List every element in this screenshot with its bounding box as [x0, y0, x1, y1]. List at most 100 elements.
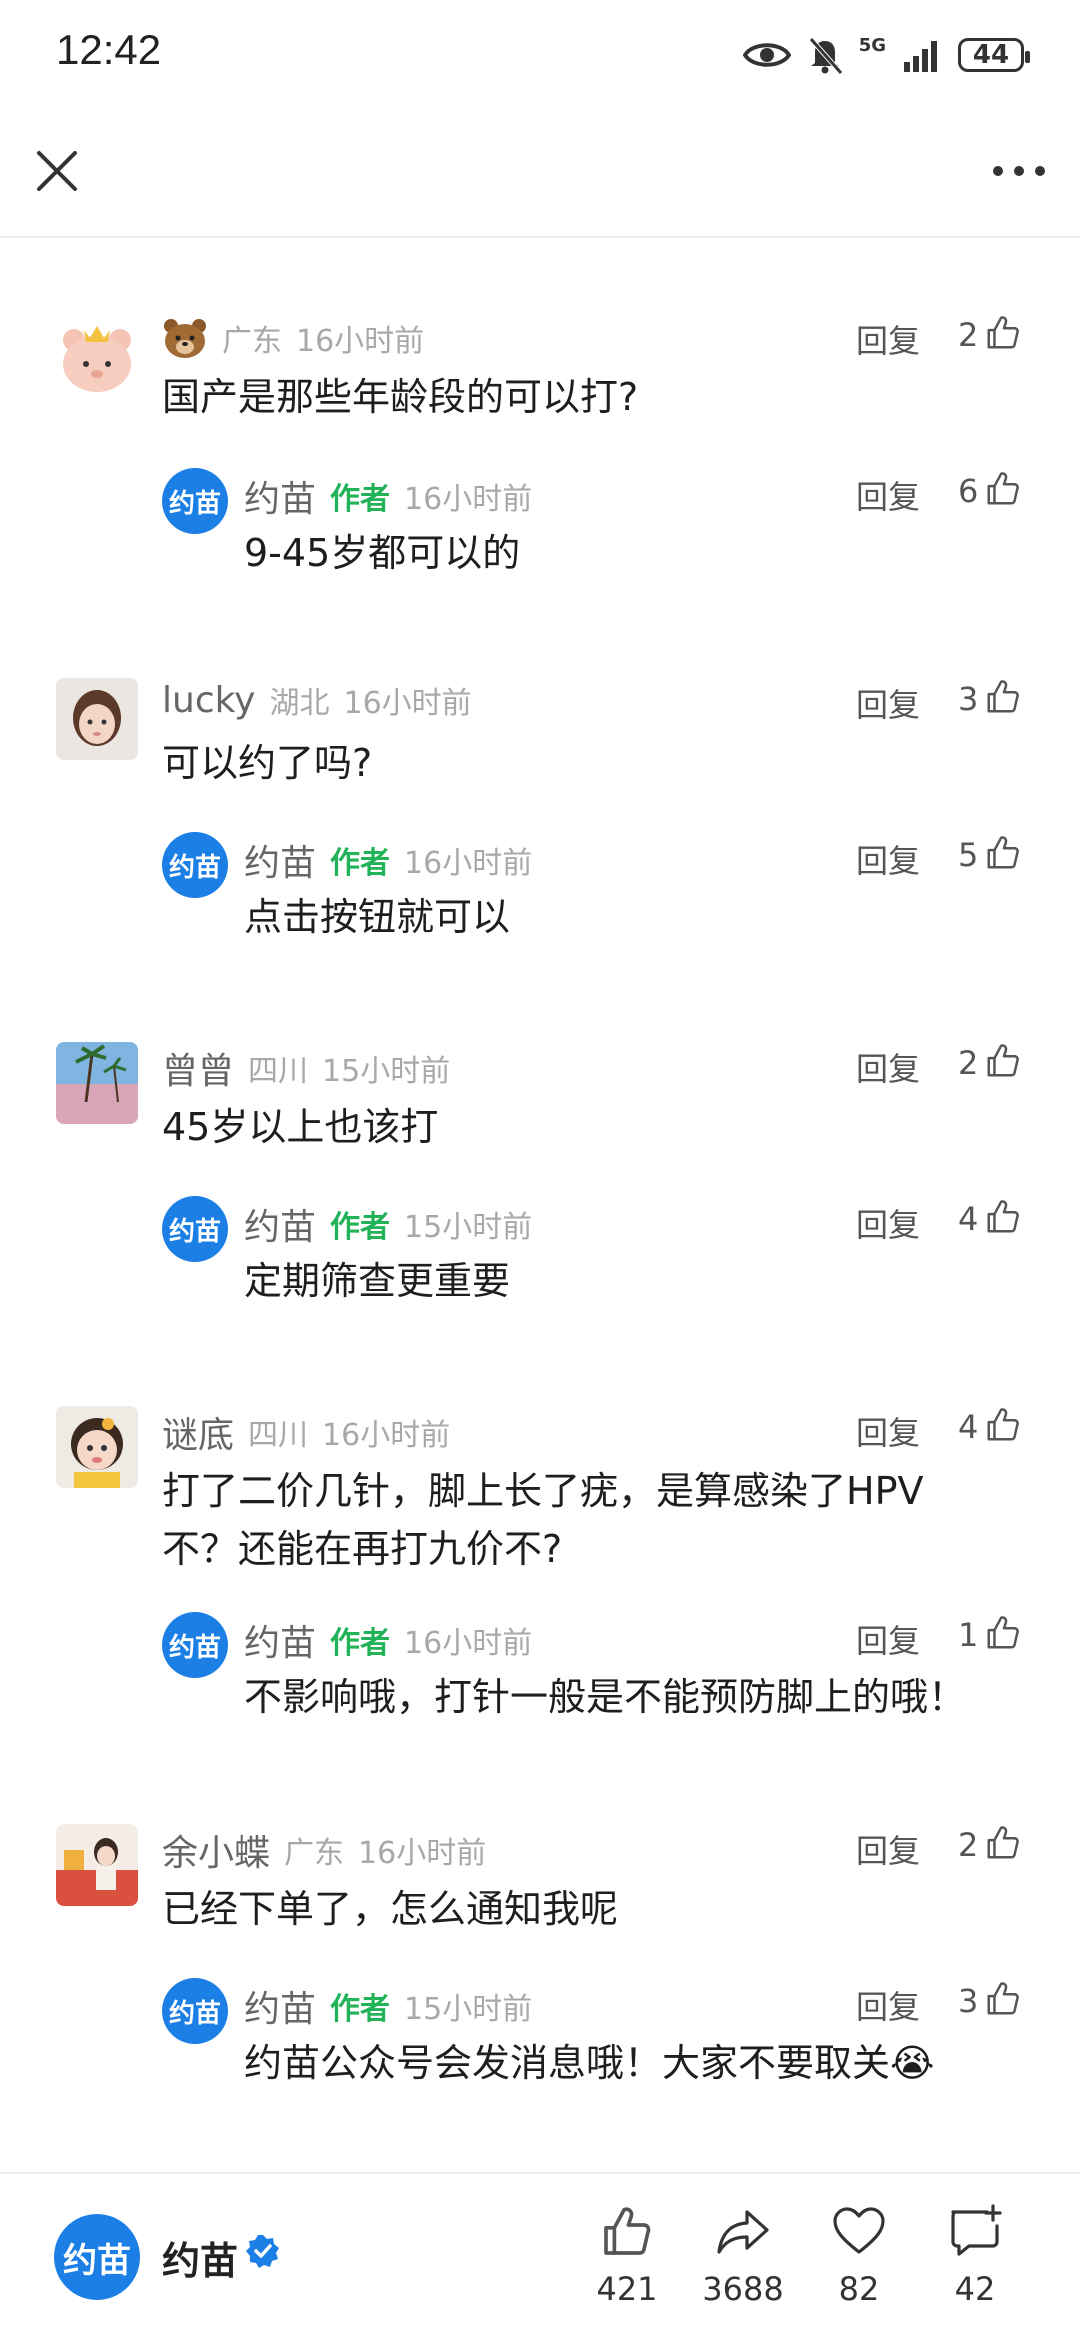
comment-button[interactable]: 42 — [920, 2204, 1030, 2308]
comment-location: 广东 — [222, 324, 282, 359]
reply-username: 约苗 — [244, 1207, 317, 1248]
more-dots-icon — [993, 166, 1045, 176]
reply-username: 约苗 — [244, 1623, 317, 1664]
status-time: 12:42 — [56, 26, 162, 73]
reply-text: 约苗公众号会发消息哦！大家不要取关😭 — [244, 2041, 935, 2085]
like-count: 5 — [958, 836, 979, 874]
reply-meta: 约苗 作者 15小时前 — [244, 1980, 532, 2032]
thumbs-up-icon[interactable] — [984, 1614, 1022, 1652]
thumbs-up-icon[interactable] — [984, 470, 1022, 508]
bear-emoji-icon — [164, 319, 206, 358]
author-avatar[interactable]: 约苗 — [162, 832, 228, 898]
comment-text: 可以约了吗? — [162, 741, 373, 785]
thumbs-up-icon[interactable] — [984, 1980, 1022, 2018]
close-icon — [37, 151, 77, 191]
thumbs-up-icon — [604, 2207, 651, 2255]
thumbs-up-icon[interactable] — [984, 678, 1022, 716]
comment-text: 打了二价几针，脚上长了疣，是算感染了HPV 不？还能在再打九价不? — [162, 1469, 924, 1571]
reply-button[interactable]: 回复 — [856, 1200, 920, 1246]
comment-time: 16小时前 — [296, 324, 425, 359]
thumbs-up-icon[interactable] — [984, 1042, 1022, 1080]
reply-button[interactable]: 回复 — [856, 316, 920, 362]
author-badge: 作者 — [330, 1210, 391, 1245]
reply-button[interactable]: 回复 — [856, 1408, 920, 1454]
status-icons: 5G 44 — [742, 30, 1030, 80]
reply-button[interactable]: 回复 — [856, 836, 920, 882]
author-avatar[interactable]: 约苗 — [162, 468, 228, 534]
reply-button[interactable]: 回复 — [856, 680, 920, 726]
brand-name[interactable]: 约苗 — [162, 2230, 238, 2285]
comment-username[interactable]: 曾曾 — [162, 1042, 234, 1094]
reply-text: 9-45岁都可以的 — [244, 531, 521, 575]
reply-username: 约苗 — [244, 1989, 317, 2030]
favorite-button[interactable]: 82 — [804, 2204, 914, 2308]
thumbs-up-icon[interactable] — [984, 1198, 1022, 1236]
comment-time: 16小时前 — [343, 686, 472, 721]
network-label: 5G — [858, 34, 886, 56]
comment-username[interactable]: 余小蝶 — [162, 1824, 270, 1876]
reply-button[interactable]: 回复 — [856, 1982, 920, 2028]
avatar[interactable] — [56, 1824, 138, 1906]
author-badge: 作者 — [330, 846, 391, 881]
like-count: 6 — [958, 472, 979, 510]
comment-text: 国产是那些年龄段的可以打? — [162, 375, 639, 419]
comment-meta: 广东 16小时前 — [162, 316, 424, 360]
avatar[interactable] — [56, 678, 138, 760]
author-avatar[interactable]: 约苗 — [162, 1196, 228, 1262]
like-count: 1 — [958, 1616, 979, 1654]
like-count: 2 — [958, 316, 979, 354]
bottom-action-bar: 约苗 约苗 421 3688 82 42 — [0, 2172, 1080, 2342]
comment-location: 四川 — [248, 1054, 309, 1089]
reply-time: 16小时前 — [404, 482, 533, 517]
like-count: 4 — [958, 1408, 979, 1446]
comment-username[interactable]: lucky — [162, 680, 255, 721]
thumbs-up-icon[interactable] — [984, 1406, 1022, 1444]
signal-icon — [904, 41, 937, 72]
reply-button[interactable]: 回复 — [856, 1044, 920, 1090]
battery-indicator: 44 — [958, 38, 1030, 72]
verified-badge-icon — [246, 2235, 279, 2268]
author-avatar[interactable]: 约苗 — [162, 1978, 228, 2044]
comment-text: 45岁以上也该打 — [162, 1105, 439, 1149]
author-badge: 作者 — [330, 1992, 391, 2027]
like-total: 421 — [596, 2270, 658, 2308]
author-badge: 作者 — [330, 1626, 391, 1661]
comment-meta: 谜底 四川 16小时前 — [162, 1406, 450, 1458]
reply-username: 约苗 — [244, 479, 317, 520]
heart-icon — [833, 2207, 885, 2254]
reply-button[interactable]: 回复 — [856, 472, 920, 518]
like-count: 2 — [958, 1044, 979, 1082]
avatar[interactable] — [56, 1406, 138, 1488]
close-button[interactable] — [26, 140, 88, 202]
comment-meta: lucky 湖北 16小时前 — [162, 678, 472, 722]
thumbs-up-icon[interactable] — [984, 834, 1022, 872]
comment-meta: 余小蝶 广东 16小时前 — [162, 1824, 486, 1876]
reply-time: 16小时前 — [404, 1626, 533, 1661]
brand-avatar[interactable]: 约苗 — [54, 2214, 140, 2300]
reply-text: 不影响哦，打针一般是不能预防脚上的哦！ — [244, 1675, 967, 1719]
thumbs-up-icon[interactable] — [984, 314, 1022, 352]
comment-text: 已经下单了，怎么通知我呢 — [162, 1887, 619, 1931]
reply-time: 15小时前 — [404, 1992, 533, 2027]
reply-meta: 约苗 作者 16小时前 — [244, 1614, 532, 1666]
reply-button[interactable]: 回复 — [856, 1826, 920, 1872]
reply-time: 15小时前 — [404, 1210, 533, 1245]
top-nav — [0, 110, 1080, 238]
reply-time: 16小时前 — [404, 846, 533, 881]
like-button[interactable]: 421 — [572, 2204, 682, 2308]
reply-meta: 约苗 作者 16小时前 — [244, 834, 532, 886]
comment-meta: 曾曾 四川 15小时前 — [162, 1042, 450, 1094]
reply-meta: 约苗 作者 16小时前 — [244, 470, 532, 522]
comment-time: 15小时前 — [322, 1054, 451, 1089]
reply-button[interactable]: 回复 — [856, 1616, 920, 1662]
comment-location: 湖北 — [269, 686, 330, 721]
avatar[interactable] — [56, 316, 138, 398]
avatar[interactable] — [56, 1042, 138, 1124]
comment-username[interactable]: 谜底 — [162, 1406, 234, 1458]
author-avatar[interactable]: 约苗 — [162, 1612, 228, 1678]
more-options-button[interactable] — [984, 140, 1054, 202]
share-button[interactable]: 3688 — [688, 2204, 798, 2308]
like-count: 4 — [958, 1200, 979, 1238]
thumbs-up-icon[interactable] — [984, 1824, 1022, 1862]
reply-text: 定期筛查更重要 — [244, 1259, 511, 1303]
